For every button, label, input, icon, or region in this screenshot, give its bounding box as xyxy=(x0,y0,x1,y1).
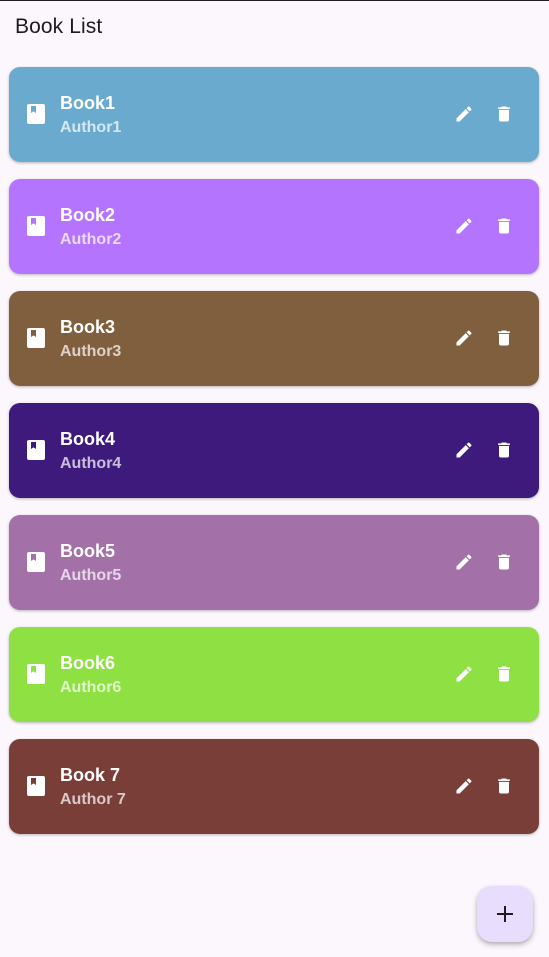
page-title: Book List xyxy=(15,15,103,38)
delete-button[interactable] xyxy=(490,660,518,688)
edit-button[interactable] xyxy=(450,100,478,128)
book-icon xyxy=(27,216,45,236)
delete-button[interactable] xyxy=(490,324,518,352)
book-card[interactable]: Book3 Author3 xyxy=(9,291,539,386)
book-card[interactable]: Book 7 Author 7 xyxy=(9,739,539,834)
trash-icon xyxy=(498,666,510,682)
pencil-icon xyxy=(456,330,472,346)
edit-button[interactable] xyxy=(450,212,478,240)
book-author: Author6 xyxy=(60,679,122,696)
book-icon xyxy=(27,664,45,684)
book-title: Book3 xyxy=(60,317,116,337)
pencil-icon xyxy=(456,442,472,458)
book-author: Author4 xyxy=(60,455,122,472)
trash-icon xyxy=(498,442,510,458)
pencil-icon xyxy=(456,218,472,234)
delete-button[interactable] xyxy=(490,100,518,128)
book-title: Book 7 xyxy=(60,765,121,785)
delete-button[interactable] xyxy=(490,212,518,240)
trash-icon xyxy=(498,554,510,570)
edit-button[interactable] xyxy=(450,324,478,352)
book-icon xyxy=(27,104,45,124)
book-title: Book6 xyxy=(60,653,116,673)
edit-button[interactable] xyxy=(450,772,478,800)
book-card[interactable]: Book4 Author4 xyxy=(9,403,539,498)
delete-button[interactable] xyxy=(490,772,518,800)
app-bar: Book List xyxy=(0,1,549,55)
edit-button[interactable] xyxy=(450,660,478,688)
book-icon xyxy=(27,328,45,348)
book-title: Book1 xyxy=(60,93,116,113)
pencil-icon xyxy=(456,778,472,794)
trash-icon xyxy=(498,330,510,346)
book-author: Author5 xyxy=(60,567,122,584)
book-title: Book4 xyxy=(60,429,116,449)
delete-button[interactable] xyxy=(490,436,518,464)
plus-icon xyxy=(497,906,513,922)
book-author: Author3 xyxy=(60,343,122,360)
book-list: Book1 Author1 Book2 Author2 Book3 Author… xyxy=(9,67,539,851)
book-icon xyxy=(27,776,45,796)
book-card[interactable]: Book6 Author6 xyxy=(9,627,539,722)
trash-icon xyxy=(498,218,510,234)
book-author: Author1 xyxy=(60,119,122,136)
book-title: Book5 xyxy=(60,541,116,561)
pencil-icon xyxy=(456,554,472,570)
book-icon xyxy=(27,440,45,460)
book-card[interactable]: Book2 Author2 xyxy=(9,179,539,274)
trash-icon xyxy=(498,106,510,122)
book-author: Author 7 xyxy=(60,791,126,808)
edit-button[interactable] xyxy=(450,548,478,576)
delete-button[interactable] xyxy=(490,548,518,576)
book-icon xyxy=(27,552,45,572)
book-card[interactable]: Book5 Author5 xyxy=(9,515,539,610)
book-author: Author2 xyxy=(60,231,122,248)
book-title: Book2 xyxy=(60,205,116,225)
book-card[interactable]: Book1 Author1 xyxy=(9,67,539,162)
add-book-button[interactable] xyxy=(477,886,533,942)
pencil-icon xyxy=(456,666,472,682)
pencil-icon xyxy=(456,106,472,122)
trash-icon xyxy=(498,778,510,794)
edit-button[interactable] xyxy=(450,436,478,464)
